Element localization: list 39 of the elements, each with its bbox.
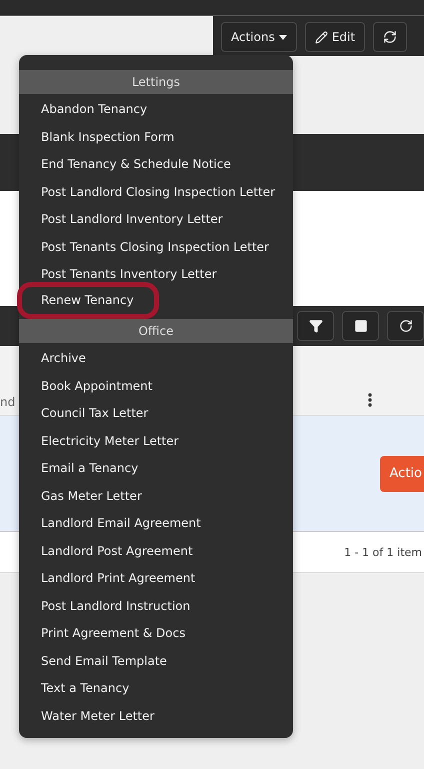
square-icon: [354, 319, 368, 333]
menu-item[interactable]: Post Tenants Closing Inspection Letter: [41, 240, 269, 255]
menu-item[interactable]: Gas Meter Letter: [41, 488, 142, 504]
copy-button[interactable]: [342, 311, 379, 341]
menu-item[interactable]: Water Meter Letter: [41, 708, 154, 724]
more-button[interactable]: [387, 311, 424, 341]
rotate-icon: [398, 319, 412, 333]
menu-item[interactable]: Abandon Tenancy: [41, 102, 148, 118]
menu-section-header: Office: [19, 319, 293, 343]
menu-item[interactable]: Print Agreement & Docs: [41, 626, 186, 642]
menu-item[interactable]: Landlord Post Agreement: [41, 544, 193, 559]
refresh-button[interactable]: [373, 22, 408, 52]
menu-item[interactable]: Book Appointment: [41, 378, 152, 394]
menu-item[interactable]: Landlord Print Agreement: [41, 571, 196, 586]
menu-item[interactable]: Electricity Meter Letter: [41, 434, 179, 449]
actions-button[interactable]: Actions: [221, 22, 297, 52]
caret-icon: [278, 34, 287, 40]
menu-item[interactable]: Post Landlord Closing Inspection Letter: [41, 184, 276, 200]
action-button[interactable]: Actio: [380, 456, 424, 492]
menu-item[interactable]: Landlord Email Agreement: [41, 516, 201, 532]
menu-item[interactable]: Text a Tenancy: [41, 681, 130, 696]
pencil-icon: [314, 30, 328, 44]
menu-item[interactable]: Email a Tenancy: [41, 461, 138, 476]
column-header: nd: [0, 395, 16, 409]
menu-item[interactable]: End Tenancy & Schedule Notice: [41, 157, 231, 172]
refresh-icon: [383, 30, 398, 44]
filter-button[interactable]: [297, 311, 334, 341]
menu-item[interactable]: Post Landlord Instruction: [41, 598, 190, 614]
menu-item[interactable]: Post Tenants Inventory Letter: [41, 267, 217, 282]
menu-item[interactable]: Archive: [41, 351, 86, 366]
pager-text: 1 - 1 of 1 item: [344, 546, 422, 558]
column-menu-icon[interactable]: [368, 393, 372, 407]
menu-item[interactable]: Blank Inspection Form: [41, 130, 174, 145]
edit-button[interactable]: Edit: [304, 22, 366, 52]
filter-icon: [308, 319, 322, 333]
menu-section-header: Lettings: [19, 70, 293, 94]
menu-item[interactable]: Post Landlord Inventory Letter: [41, 212, 223, 228]
menu-item[interactable]: Council Tax Letter: [41, 406, 148, 422]
menu-item[interactable]: Send Email Template: [41, 654, 167, 669]
